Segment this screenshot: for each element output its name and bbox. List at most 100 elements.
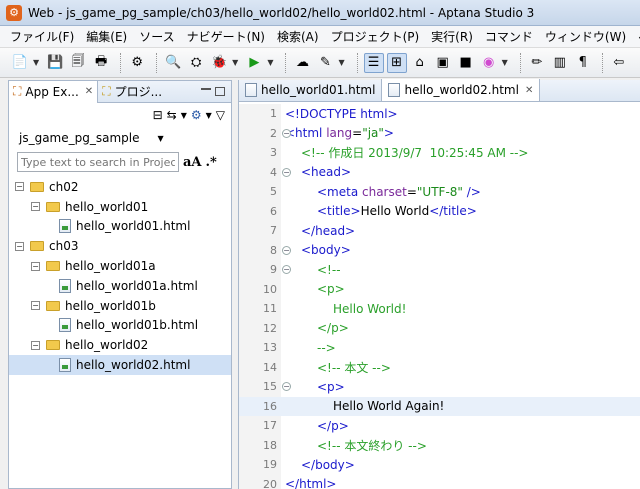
- external-tools-icon[interactable]: ⛭: [186, 53, 206, 73]
- code-line[interactable]: 6 <title>Hello World</title>: [239, 201, 640, 221]
- collapse-toggle-icon[interactable]: −: [31, 202, 40, 212]
- code-line[interactable]: 11 Hello World!: [239, 299, 640, 319]
- tree-item[interactable]: hello_world01a.html: [9, 276, 231, 296]
- code-line[interactable]: 1 <!DOCTYPE html>: [239, 104, 640, 124]
- fold-toggle-icon[interactable]: −: [282, 128, 291, 138]
- menu-item[interactable]: ヘル: [632, 28, 640, 45]
- tab-app-explorer[interactable]: ⛶ App Ex... ✕: [9, 80, 99, 103]
- terminal-icon[interactable]: ■: [456, 53, 476, 73]
- collapse-toggle-icon[interactable]: −: [31, 261, 40, 271]
- fold-toggle-icon[interactable]: −: [282, 382, 291, 392]
- case-sensitive-button[interactable]: aA: [183, 155, 202, 170]
- tree-item[interactable]: hello_world02.html: [9, 355, 231, 375]
- fold-toggle-icon[interactable]: −: [282, 245, 291, 255]
- minimize-icon[interactable]: [201, 87, 211, 90]
- code-line[interactable]: 12 </p>: [239, 318, 640, 338]
- menu-item[interactable]: コマンド: [479, 28, 539, 45]
- regex-button[interactable]: .*: [206, 155, 217, 170]
- tree-item[interactable]: − ch02: [9, 177, 231, 197]
- collapse-toggle-icon[interactable]: −: [31, 340, 40, 350]
- menu-item[interactable]: ウィンドウ(W): [539, 28, 632, 45]
- search-files-icon[interactable]: 🔍: [163, 53, 183, 73]
- code-line[interactable]: 19 </body>: [239, 455, 640, 475]
- home-icon[interactable]: ⌂: [410, 53, 430, 73]
- color-dropdown-icon[interactable]: ▼: [502, 58, 508, 67]
- debug-dropdown-icon[interactable]: ▼: [232, 58, 238, 67]
- tree-item[interactable]: hello_world01.html: [9, 217, 231, 237]
- view-menu-dropdown-icon[interactable]: ▼: [181, 111, 187, 120]
- outline-view-icon[interactable]: ☰: [363, 52, 384, 73]
- tree-item[interactable]: − ch03: [9, 236, 231, 256]
- settings-gear-icon[interactable]: ⚙: [127, 53, 147, 73]
- code-line[interactable]: 5 <meta charset="UTF-8" />: [239, 182, 640, 202]
- print-icon[interactable]: 🖶: [91, 53, 111, 73]
- close-icon[interactable]: ✕: [85, 86, 93, 97]
- code-line[interactable]: 4− <head>: [239, 162, 640, 182]
- menu-item[interactable]: 検索(A): [271, 28, 325, 45]
- fold-toggle-icon[interactable]: −: [282, 265, 291, 275]
- menu-item[interactable]: プロジェクト(P): [325, 28, 426, 45]
- view-menu-icon[interactable]: ▽: [216, 108, 225, 122]
- code-line[interactable]: 10 <p>: [239, 279, 640, 299]
- code-line[interactable]: 14 <!-- 本文 -->: [239, 357, 640, 377]
- run-icon[interactable]: ▶: [244, 53, 264, 73]
- collapse-toggle-icon[interactable]: −: [15, 241, 24, 251]
- line-number: 3: [270, 146, 277, 160]
- menu-item[interactable]: ナビゲート(N): [181, 28, 271, 45]
- code-line[interactable]: 7 </head>: [239, 221, 640, 241]
- tree-item[interactable]: − hello_world02: [9, 335, 231, 355]
- browser-icon[interactable]: ▣: [433, 53, 453, 73]
- code-editor[interactable]: 1 <!DOCTYPE html> 2− <html lang="ja"> 3 <!-- …: [239, 104, 640, 489]
- code-text: Hello World Again!: [281, 399, 444, 413]
- collapse-toggle-icon[interactable]: −: [15, 182, 24, 192]
- project-search-input[interactable]: [17, 152, 179, 172]
- menu-item[interactable]: 編集(E): [80, 28, 133, 45]
- tab-hello-world02[interactable]: hello_world02.html ✕: [382, 79, 541, 101]
- hierarchy-view-icon[interactable]: ⊞: [386, 52, 407, 73]
- code-line[interactable]: 17 </p>: [239, 416, 640, 436]
- menu-item[interactable]: ソース: [133, 28, 180, 45]
- project-icon: ⛶: [102, 84, 111, 98]
- code-line[interactable]: 8− <body>: [239, 240, 640, 260]
- paragraph-icon[interactable]: ¶: [573, 53, 593, 73]
- menu-item[interactable]: 実行(R): [425, 28, 479, 45]
- maximize-icon[interactable]: [215, 87, 225, 96]
- tree-item[interactable]: hello_world01b.html: [9, 316, 231, 336]
- tree-item-label: hello_world01a.html: [76, 278, 198, 293]
- code-line[interactable]: 2− <html lang="ja">: [239, 123, 640, 143]
- tree-item[interactable]: − hello_world01: [9, 197, 231, 217]
- code-line[interactable]: 3 <!-- 作成日 2013/9/7 10:25:45 AM -->: [239, 143, 640, 163]
- filter-dropdown-icon[interactable]: ▼: [206, 111, 212, 120]
- link-editor-icon[interactable]: ⇆: [167, 108, 177, 122]
- tab-hello-world01[interactable]: hello_world01.html: [239, 79, 383, 101]
- pencil-icon[interactable]: ✏: [527, 53, 547, 73]
- code-line[interactable]: 9− <!--: [239, 260, 640, 280]
- tree-item[interactable]: − hello_world01b: [9, 296, 231, 316]
- project-selector[interactable]: js_game_pg_sample ▼: [9, 127, 231, 149]
- color-picker-icon[interactable]: ◉: [479, 53, 499, 73]
- wand-dropdown-icon[interactable]: ▼: [338, 58, 344, 67]
- filter-gear-icon[interactable]: ⚙: [191, 108, 202, 122]
- close-icon[interactable]: ✕: [525, 85, 533, 96]
- save-all-icon[interactable]: 🗐: [68, 53, 88, 73]
- new-file-icon[interactable]: 📄: [10, 53, 30, 73]
- save-icon[interactable]: 💾: [45, 53, 65, 73]
- new-dropdown-icon[interactable]: ▼: [33, 58, 39, 67]
- code-line[interactable]: 15− <p>: [239, 377, 640, 397]
- run-dropdown-icon[interactable]: ▼: [267, 58, 273, 67]
- code-line[interactable]: 20 </html>: [239, 474, 640, 489]
- collapse-toggle-icon[interactable]: −: [31, 301, 40, 311]
- toggle-block-icon[interactable]: ▥: [550, 53, 570, 73]
- back-arrow-icon[interactable]: ⇦: [609, 53, 629, 73]
- tree-item[interactable]: − hello_world01a: [9, 256, 231, 276]
- collapse-all-icon[interactable]: ⊟: [153, 108, 163, 122]
- tab-project[interactable]: ⛶ プロジ...: [98, 81, 166, 103]
- fold-toggle-icon[interactable]: −: [282, 167, 291, 177]
- code-line[interactable]: 16 Hello World Again!: [239, 396, 640, 416]
- code-line[interactable]: 18 <!-- 本文終わり -->: [239, 435, 640, 455]
- menu-item[interactable]: ファイル(F): [4, 28, 80, 45]
- wand-icon[interactable]: ✎: [315, 53, 335, 73]
- debug-bug-icon[interactable]: 🐞: [209, 53, 229, 73]
- code-line[interactable]: 13 -->: [239, 338, 640, 358]
- deploy-icon[interactable]: ☁: [292, 53, 312, 73]
